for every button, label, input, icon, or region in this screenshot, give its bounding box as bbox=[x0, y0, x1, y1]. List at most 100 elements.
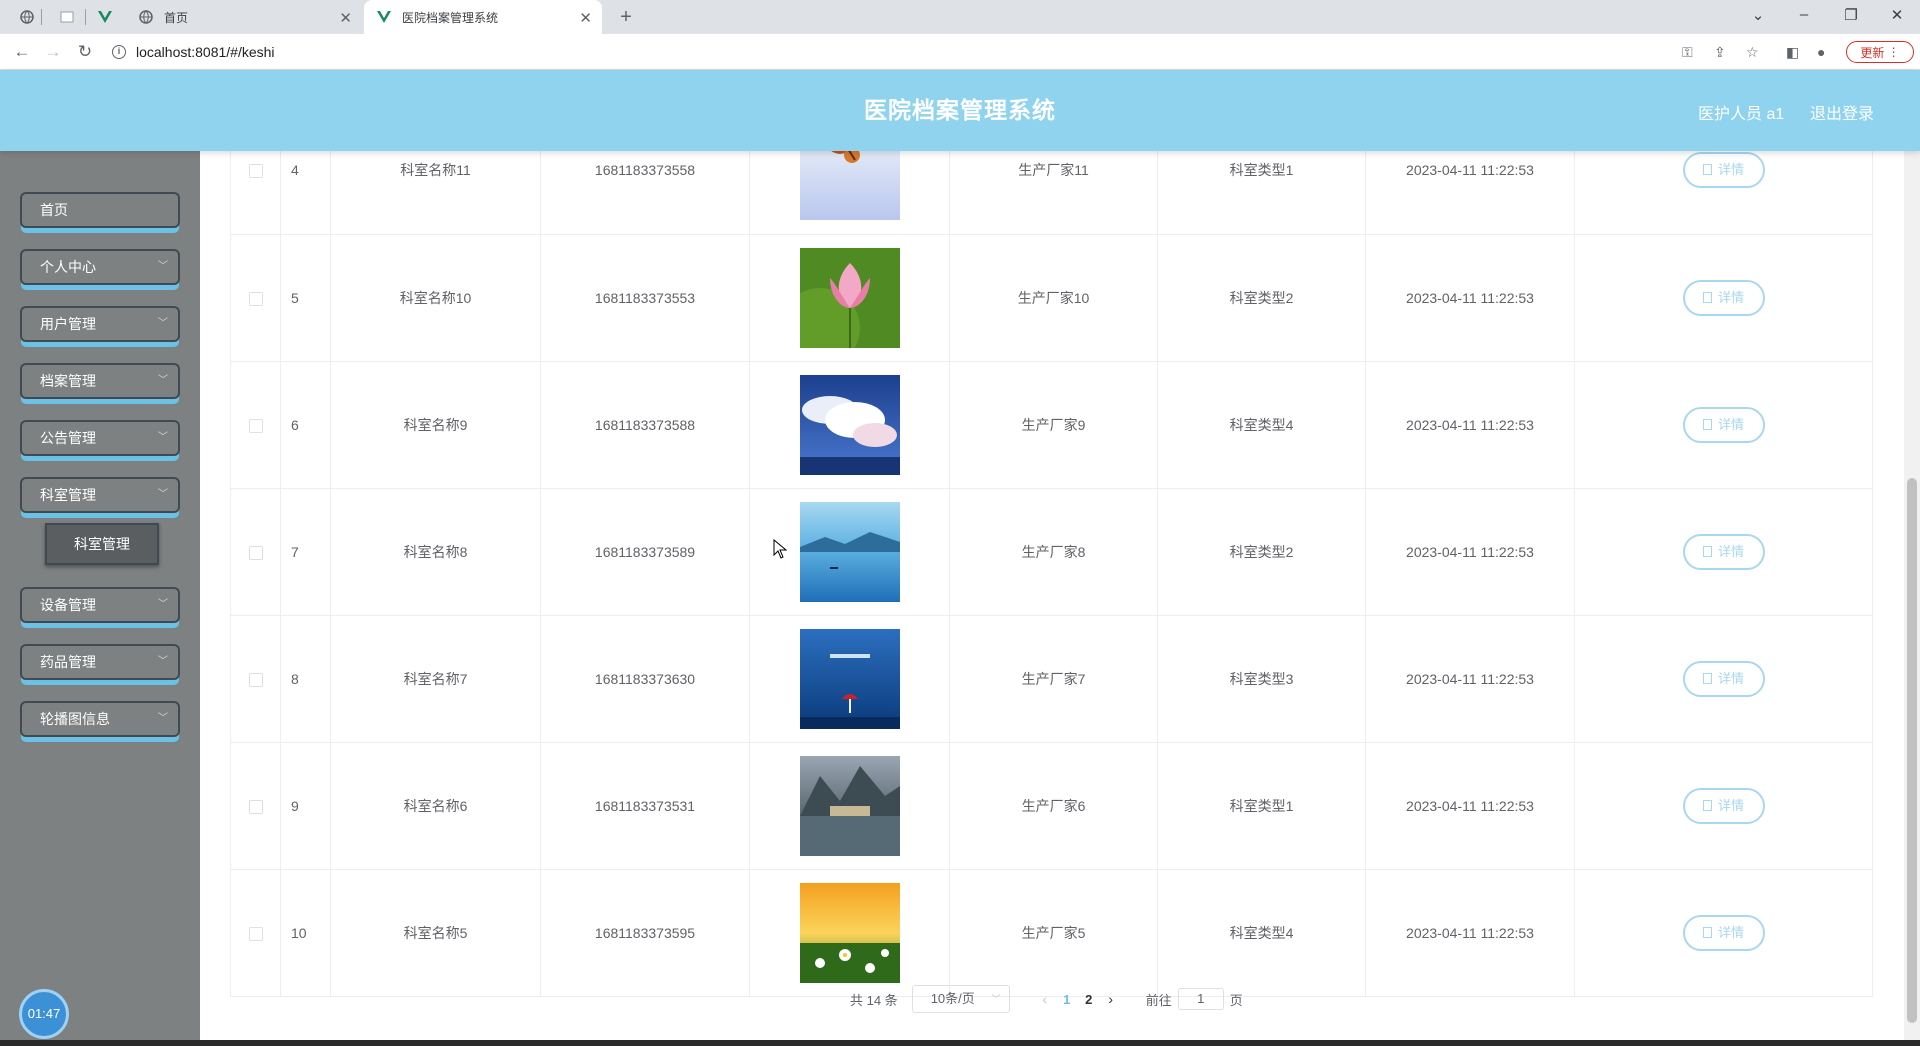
sidebar-item-drug-management[interactable]: 药品管理 ﹀ bbox=[20, 644, 180, 680]
sidebar-item-label: 公告管理 bbox=[40, 430, 96, 446]
detail-button[interactable]: 详情 bbox=[1682, 914, 1765, 951]
detail-button[interactable]: 详情 bbox=[1682, 152, 1765, 189]
goto-label: 前往 bbox=[1145, 992, 1172, 1008]
tab-home[interactable]: 首页 ✕ bbox=[126, 0, 362, 34]
department-name: 科室名称5 bbox=[330, 869, 541, 997]
page-size-select[interactable]: 10条/页 ﹀ bbox=[911, 985, 1010, 1013]
minimize-icon[interactable]: – bbox=[1794, 6, 1814, 23]
detail-button[interactable]: 详情 bbox=[1682, 279, 1765, 316]
close-window-icon[interactable]: ✕ bbox=[1887, 6, 1907, 24]
action-cell: 详情 bbox=[1574, 615, 1873, 743]
side-panel-icon[interactable]: ◧ bbox=[1786, 44, 1799, 61]
sidebar-item-label: 首页 bbox=[40, 202, 68, 218]
row-checkbox[interactable] bbox=[248, 291, 263, 306]
document-icon bbox=[1702, 164, 1712, 176]
share-icon[interactable]: ⇪ bbox=[1714, 44, 1726, 61]
prev-page-icon[interactable]: ‹ bbox=[1034, 991, 1056, 1007]
document-icon bbox=[1702, 418, 1712, 430]
site-info-icon[interactable]: i bbox=[112, 45, 126, 59]
sidebar-item-personal-center[interactable]: 个人中心 ﹀ bbox=[20, 249, 180, 285]
row-index: 7 bbox=[280, 488, 331, 616]
action-cell: 详情 bbox=[1574, 361, 1873, 489]
row-select-cell bbox=[230, 234, 281, 362]
row-checkbox[interactable] bbox=[248, 672, 263, 687]
row-select-cell bbox=[230, 869, 281, 997]
sidebar-item-archive-management[interactable]: 档案管理 ﹀ bbox=[20, 363, 180, 399]
manufacturer: 生产厂家11 bbox=[949, 151, 1158, 235]
tab-active[interactable]: 医院档案管理系统 ✕ bbox=[364, 0, 602, 34]
department-name: 科室名称11 bbox=[330, 151, 541, 235]
department-name: 科室名称10 bbox=[330, 234, 541, 362]
row-checkbox[interactable] bbox=[248, 418, 263, 433]
detail-button[interactable]: 详情 bbox=[1682, 406, 1765, 443]
action-cell: 详情 bbox=[1574, 742, 1873, 870]
taskbar-edge bbox=[0, 1040, 1920, 1046]
row-checkbox[interactable] bbox=[248, 545, 263, 560]
action-cell: 详情 bbox=[1574, 234, 1873, 362]
page-unit-label: 页 bbox=[1229, 992, 1243, 1008]
close-tab-icon[interactable]: ✕ bbox=[339, 9, 352, 27]
row-index: 9 bbox=[280, 742, 331, 870]
url-text: localhost:8081/#/keshi bbox=[136, 44, 275, 60]
sidebar-item-user-management[interactable]: 用户管理 ﹀ bbox=[20, 306, 180, 342]
department-image[interactable] bbox=[799, 151, 900, 221]
row-checkbox[interactable] bbox=[248, 164, 263, 179]
next-page-icon[interactable]: › bbox=[1100, 991, 1122, 1007]
bookmark-star-icon[interactable]: ☆ bbox=[1746, 44, 1759, 61]
sidebar-item-carousel-info[interactable]: 轮播图信息 ﹀ bbox=[20, 701, 180, 737]
sidebar-item-notice-management[interactable]: 公告管理 ﹀ bbox=[20, 420, 180, 456]
detail-label: 详情 bbox=[1717, 289, 1744, 305]
department-type: 科室类型3 bbox=[1157, 615, 1366, 743]
table-row: 4 科室名称11 1681183373558 生产厂家11 科室类型1 2023-04-1… bbox=[230, 151, 1873, 235]
manufacturer: 生产厂家9 bbox=[949, 361, 1158, 489]
detail-label: 详情 bbox=[1717, 162, 1744, 178]
globe-icon[interactable] bbox=[18, 8, 36, 26]
table-row: 5 科室名称10 1681183373553 生产厂家10 科室类型2 2023-04-1… bbox=[230, 234, 1873, 362]
url-field[interactable]: i localhost:8081/#/keshi bbox=[112, 39, 1652, 65]
goto-page-input[interactable]: 1 bbox=[1177, 988, 1224, 1010]
close-tab-icon[interactable]: ✕ bbox=[579, 9, 592, 27]
department-type: 科室类型1 bbox=[1157, 151, 1366, 235]
department-image[interactable] bbox=[799, 501, 900, 602]
created-time: 2023-04-11 11:22:53 bbox=[1365, 488, 1575, 616]
logout-link[interactable]: 退出登录 bbox=[1810, 100, 1874, 124]
detail-button[interactable]: 详情 bbox=[1682, 787, 1765, 824]
key-icon[interactable]: ⚿ bbox=[1682, 44, 1693, 61]
sidebar-item-home[interactable]: 首页 bbox=[20, 192, 180, 228]
page-2[interactable]: 2 bbox=[1078, 992, 1100, 1007]
back-icon[interactable]: ← bbox=[12, 42, 32, 62]
page-1[interactable]: 1 bbox=[1056, 992, 1078, 1007]
vue-icon[interactable] bbox=[96, 8, 114, 26]
row-checkbox[interactable] bbox=[248, 926, 263, 941]
update-button[interactable]: 更新 ⋮ bbox=[1846, 41, 1914, 63]
manufacturer: 生产厂家10 bbox=[949, 234, 1158, 362]
document-icon bbox=[1702, 545, 1712, 557]
department-image[interactable] bbox=[799, 374, 900, 475]
reload-icon[interactable]: ↻ bbox=[75, 42, 95, 62]
blank-page-icon[interactable] bbox=[58, 8, 76, 26]
chevron-down-icon: ﹀ bbox=[158, 318, 168, 329]
vue-icon bbox=[376, 9, 392, 25]
row-checkbox[interactable] bbox=[248, 799, 263, 814]
department-image[interactable] bbox=[799, 247, 900, 348]
detail-button[interactable]: 详情 bbox=[1682, 533, 1765, 570]
tab-search-icon[interactable]: ⌄ bbox=[1748, 6, 1768, 24]
department-image[interactable] bbox=[799, 882, 900, 983]
row-index: 10 bbox=[280, 869, 331, 997]
created-time: 2023-04-11 11:22:53 bbox=[1365, 742, 1575, 870]
document-icon bbox=[1702, 799, 1712, 811]
department-image[interactable] bbox=[799, 755, 900, 856]
department-image-cell bbox=[749, 615, 950, 743]
sidebar-item-department-management[interactable]: 科室管理 ﹀ bbox=[20, 477, 180, 513]
detail-button[interactable]: 详情 bbox=[1682, 660, 1765, 697]
submenu-item-department-management[interactable]: 科室管理 bbox=[45, 523, 159, 565]
new-tab-icon[interactable]: + bbox=[617, 6, 635, 28]
scrollbar-thumb[interactable] bbox=[1907, 478, 1917, 1023]
detail-label: 详情 bbox=[1717, 797, 1744, 813]
profile-icon[interactable]: ● bbox=[1817, 44, 1825, 60]
forward-icon[interactable]: → bbox=[43, 42, 63, 62]
department-image[interactable] bbox=[799, 628, 900, 729]
globe-icon bbox=[138, 9, 154, 25]
sidebar-item-equipment-management[interactable]: 设备管理 ﹀ bbox=[20, 587, 180, 623]
restore-icon[interactable]: ❐ bbox=[1841, 6, 1861, 24]
